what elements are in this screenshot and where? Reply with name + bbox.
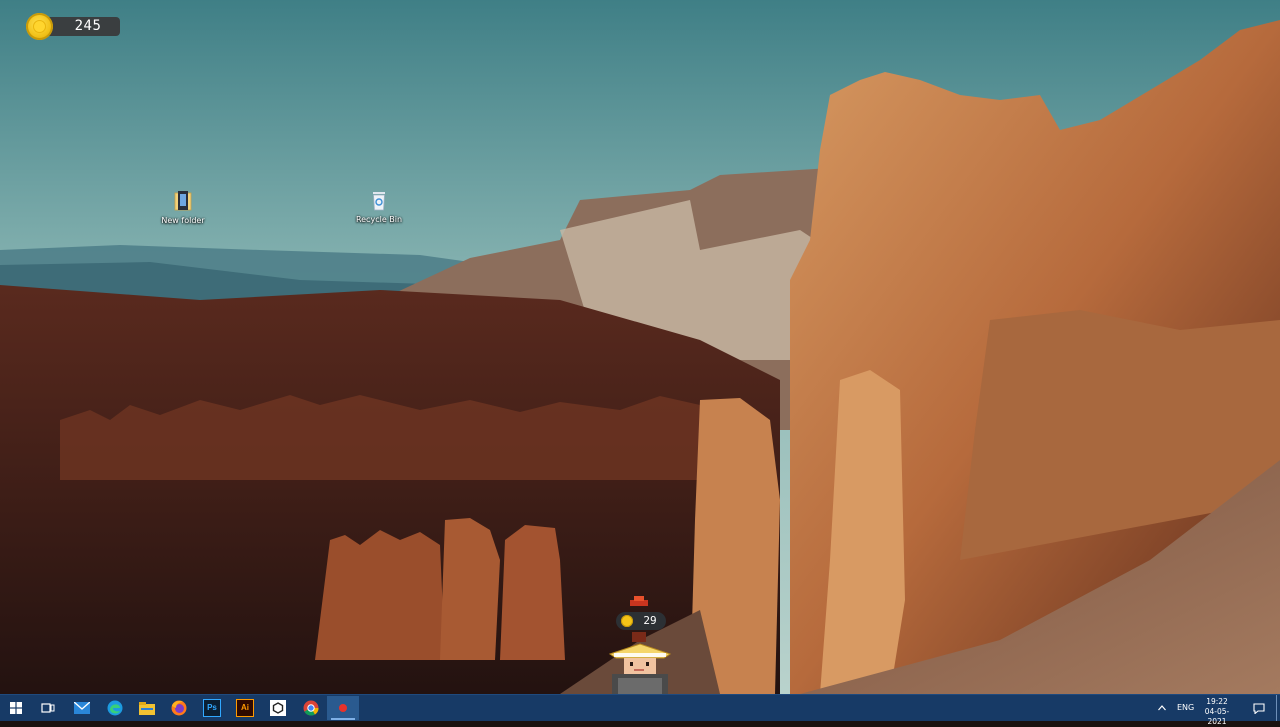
pixel-character[interactable]: 29 (604, 596, 676, 694)
firefox-icon (171, 700, 187, 716)
character-sprite (608, 596, 672, 694)
chevron-up-icon (1158, 705, 1166, 711)
game-app-icon (339, 704, 347, 712)
coin-icon (621, 615, 633, 627)
desktop-icon-new-folder[interactable]: New folder (148, 190, 218, 236)
photoshop-icon: Ps (203, 699, 221, 717)
photoshop-icon-text: Ps (207, 703, 217, 712)
coin-icon (26, 13, 53, 40)
file-explorer-icon (139, 701, 155, 715)
illustrator-icon: Ai (236, 699, 254, 717)
clock-time: 19:22 (1206, 697, 1228, 706)
show-hidden-icons-button[interactable] (1152, 696, 1172, 720)
start-button[interactable] (0, 696, 32, 720)
taskbar-app-unity[interactable] (262, 696, 294, 720)
start-icon (10, 702, 22, 714)
edge-icon (107, 700, 123, 716)
clock-date: 04-05-2021 (1204, 707, 1230, 726)
desktop-icon-label: Recycle Bin (355, 215, 403, 224)
taskbar-app-chrome[interactable] (295, 696, 327, 720)
illustrator-icon-text: Ai (241, 703, 249, 712)
taskbar-app-firefox[interactable] (163, 696, 195, 720)
desktop-icon-recycle-bin[interactable]: Recycle Bin (344, 189, 414, 235)
folder-icon (174, 191, 192, 211)
taskbar-app-edge[interactable] (99, 696, 131, 720)
character-coin-count: 29 (643, 614, 657, 627)
taskbar-app-game[interactable] (327, 696, 359, 720)
coin-count: 245 (74, 18, 102, 34)
coin-counter: 245 (26, 13, 120, 40)
taskbar-app-illustrator[interactable]: Ai (229, 696, 261, 720)
taskbar-app-photoshop[interactable]: Ps (196, 696, 228, 720)
character-coin-badge: 29 (616, 612, 666, 630)
recycle-bin-icon (373, 192, 385, 211)
task-view-button[interactable] (32, 696, 64, 720)
taskbar: Ps Ai ENG 19:22 04-05-2021 (0, 694, 1280, 726)
notification-icon (1253, 702, 1265, 714)
language-indicator[interactable]: ENG (1177, 703, 1194, 712)
taskbar-app-file-explorer[interactable] (131, 696, 163, 720)
notifications-button[interactable] (1246, 696, 1272, 720)
chrome-icon (303, 700, 319, 716)
desktop-wallpaper (0, 0, 1280, 694)
mail-icon (74, 702, 90, 714)
show-desktop-button[interactable] (1276, 695, 1277, 721)
unity-icon (270, 700, 286, 716)
task-view-icon (41, 703, 55, 713)
desktop-icon-label: New folder (161, 216, 205, 225)
taskbar-app-mail[interactable] (66, 696, 98, 720)
system-clock[interactable]: 19:22 04-05-2021 (1196, 697, 1238, 727)
